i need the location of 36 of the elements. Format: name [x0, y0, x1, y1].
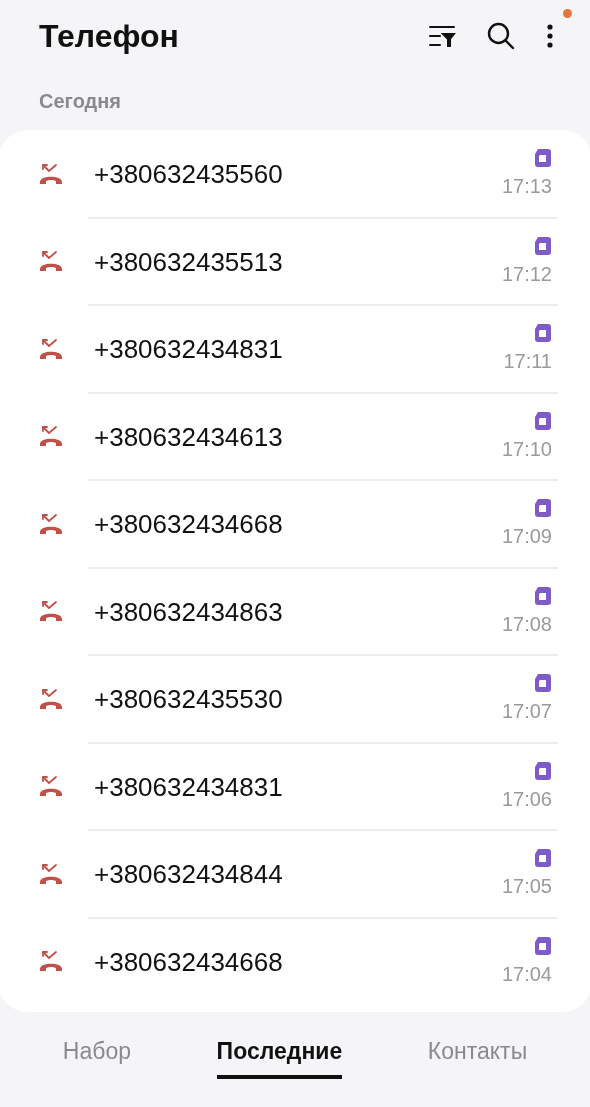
phone-number[interactable]: +380632434668 — [94, 942, 502, 982]
call-time: 17:11 — [503, 349, 552, 375]
call-time: 17:13 — [501, 174, 552, 200]
sim-card-icon — [534, 410, 552, 431]
sim-card-icon — [534, 935, 552, 956]
call-time: 17:07 — [501, 699, 552, 725]
nav-tab[interactable]: Последние — [216, 1034, 343, 1079]
sim-card-icon — [534, 848, 552, 869]
call-time: 17:05 — [501, 874, 552, 900]
app-title: Телефон — [39, 17, 180, 56]
phone-number[interactable]: +380632434831 — [94, 330, 504, 370]
phone-number[interactable]: +380632434863 — [94, 592, 502, 632]
sim-card-icon — [534, 760, 552, 781]
call-time: 17:08 — [501, 611, 552, 637]
phone-number[interactable]: +380632434613 — [94, 417, 502, 457]
search-icon[interactable] — [486, 21, 516, 51]
sim-card-icon — [534, 148, 552, 169]
call-time: 17:06 — [501, 786, 552, 812]
call-time: 17:04 — [501, 961, 552, 987]
sim-card-icon — [534, 235, 552, 256]
phone-number[interactable]: +380632435560 — [94, 155, 502, 195]
sim-card-icon — [534, 498, 552, 519]
call-time: 17:09 — [501, 524, 552, 550]
phone-number[interactable]: +380632435513 — [94, 242, 502, 282]
sim-card-icon — [534, 323, 552, 344]
phone-number[interactable]: +380632434844 — [94, 855, 502, 895]
phone-number[interactable]: +380632434668 — [94, 505, 502, 545]
section-header: Сегодня — [39, 89, 122, 114]
filter-icon[interactable] — [428, 24, 456, 48]
phone-number[interactable]: +380632435530 — [94, 680, 502, 720]
phone-number[interactable]: +380632434831 — [94, 767, 502, 807]
more-options-icon[interactable] — [546, 23, 554, 49]
sim-card-icon — [534, 585, 552, 606]
call-time: 17:12 — [501, 261, 552, 287]
sim-card-icon — [534, 673, 552, 694]
call-time: 17:10 — [501, 436, 552, 462]
